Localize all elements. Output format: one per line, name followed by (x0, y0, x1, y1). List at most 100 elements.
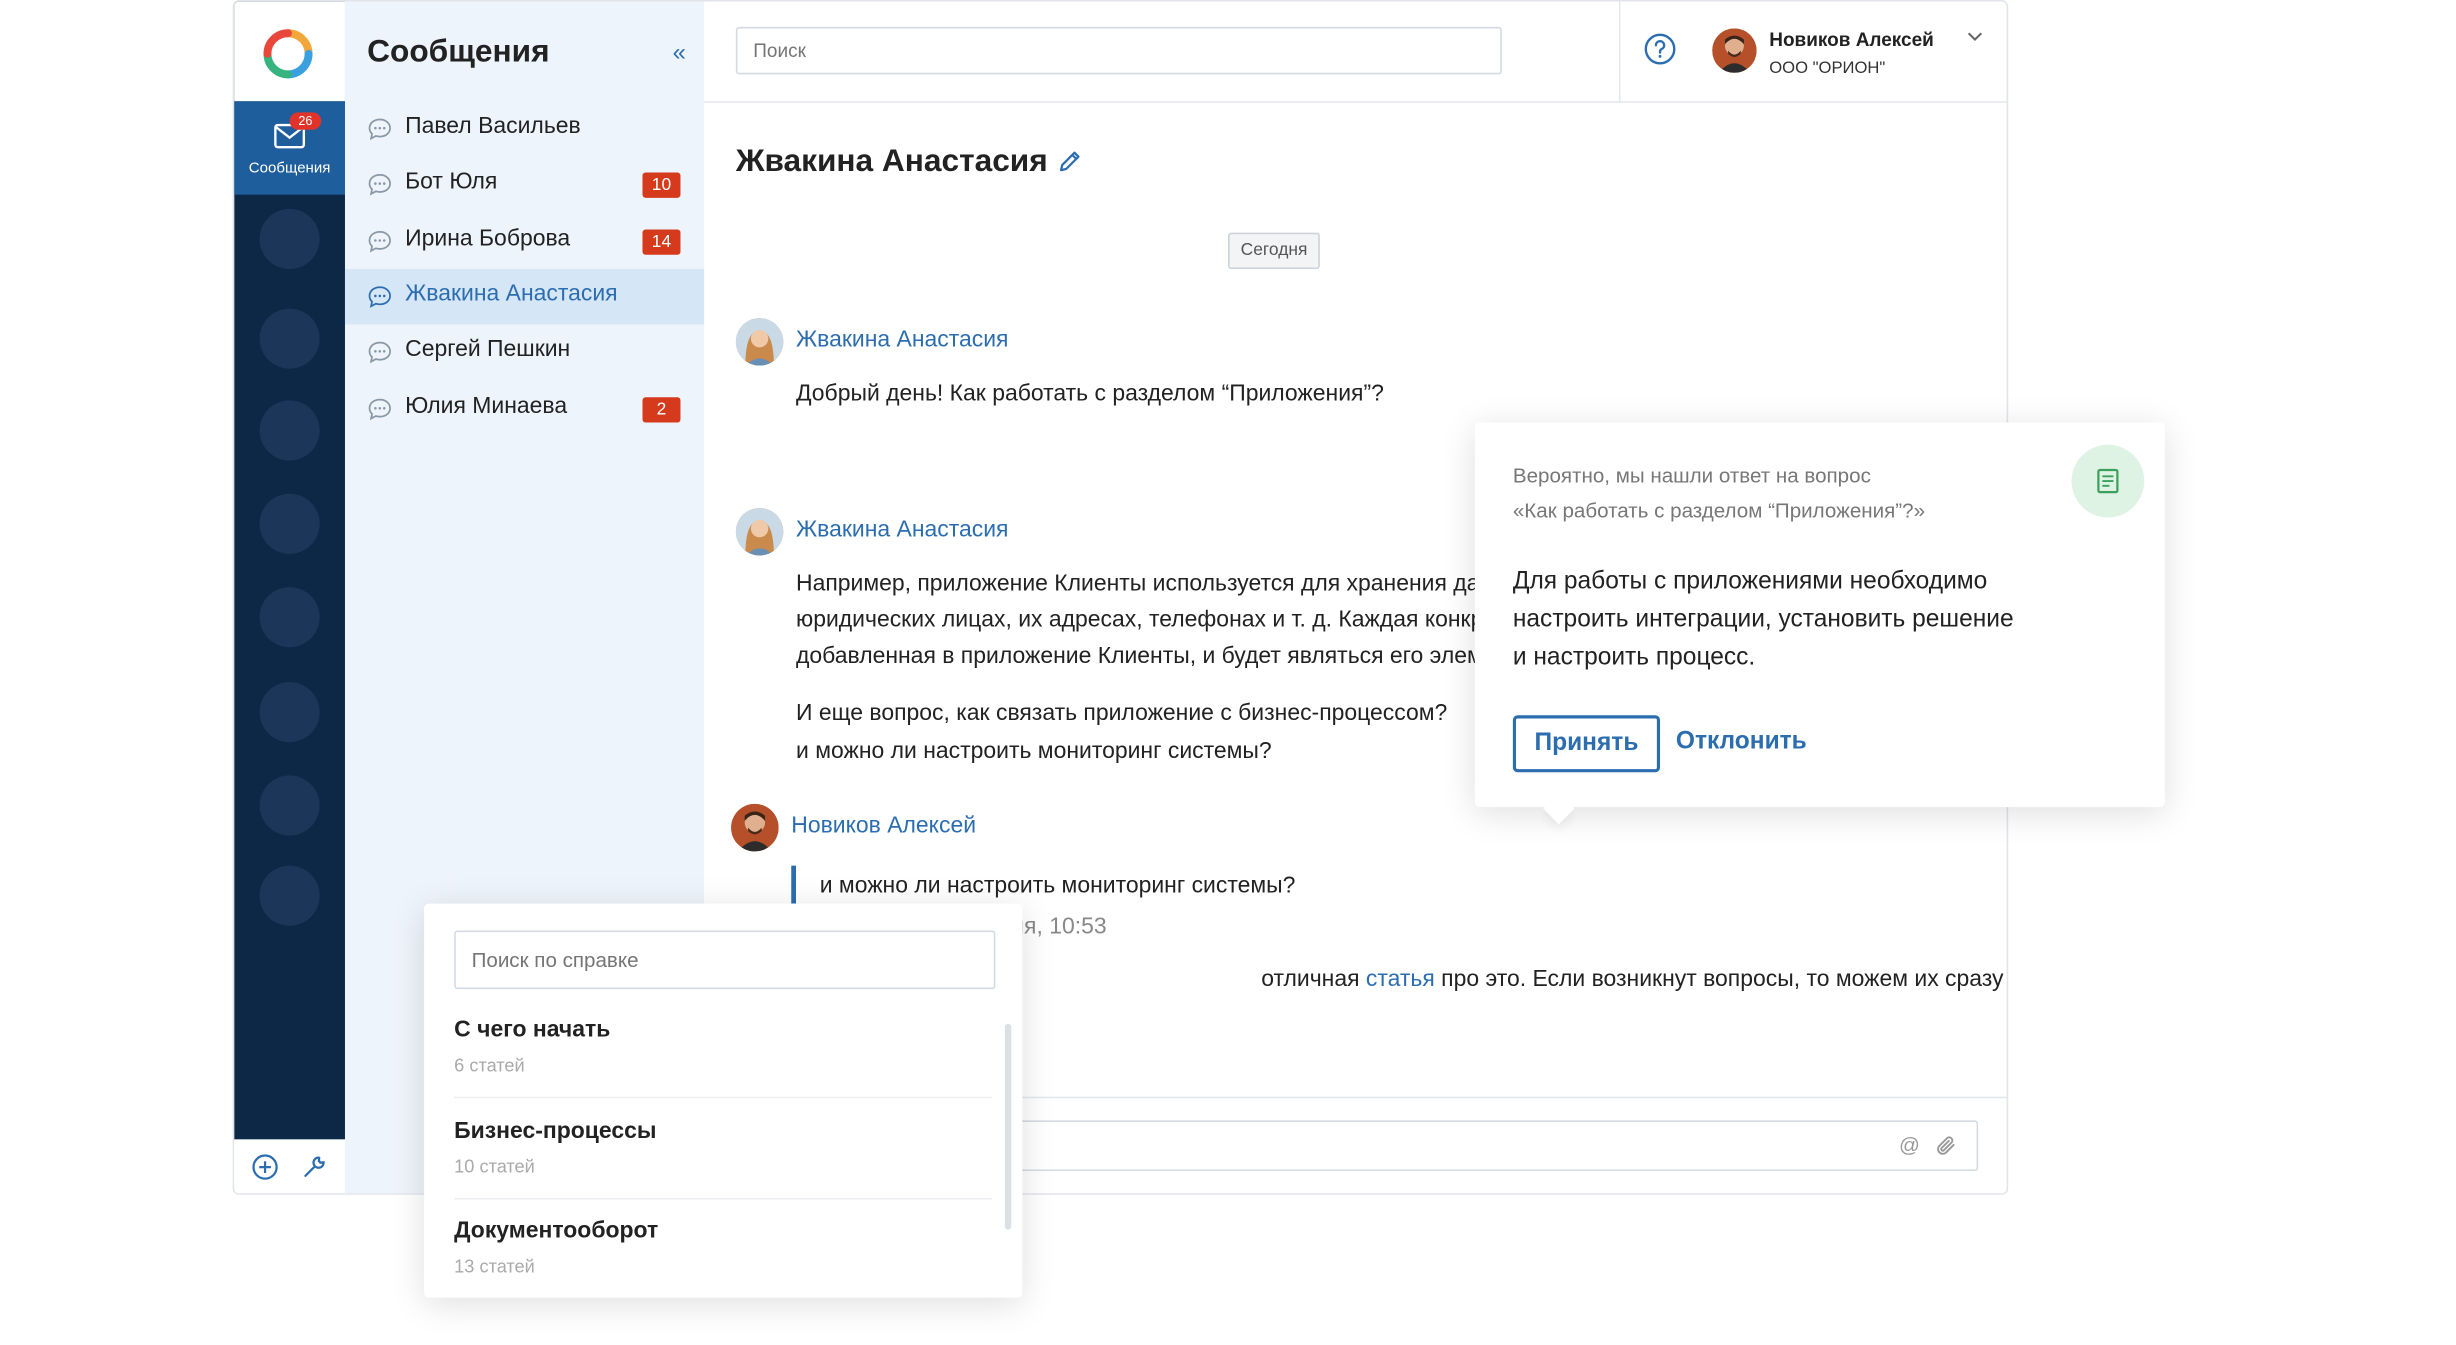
person-avatar-icon (731, 803, 779, 852)
conversation-item[interactable]: Бот Юля 10 (345, 157, 704, 212)
list-title: Сообщения (367, 34, 550, 70)
user-name: Новиков Алексей (1769, 28, 1934, 51)
chat-bubble-icon (368, 341, 391, 364)
answer-suggestion-popup: Вероятно, мы нашли ответ на вопрос «Как … (1474, 422, 2165, 825)
answer-line: Для работы с приложениями необходимо (1512, 568, 1988, 596)
rail-item[interactable] (259, 208, 320, 270)
person-avatar-icon (735, 507, 784, 556)
conversation-name: Сергей Пешкин (405, 337, 571, 363)
decline-button[interactable]: Отклонить (1676, 728, 1807, 756)
scrollbar[interactable] (1004, 1023, 1012, 1230)
divider (1618, 1, 1621, 102)
conversation-name: Жвакина Анастасия (405, 281, 618, 308)
rail-item[interactable] (259, 493, 320, 554)
help-section-title: Документооборот (454, 1218, 659, 1244)
search-input[interactable] (735, 26, 1502, 75)
suggestion-question: Вероятно, мы нашли ответ на вопрос (1512, 463, 1871, 488)
add-circle-icon[interactable] (252, 1154, 279, 1181)
wrench-icon[interactable] (302, 1154, 327, 1179)
accept-button[interactable]: Принять (1512, 715, 1661, 773)
conversation-item[interactable]: Павел Васильев (345, 101, 704, 156)
help-section[interactable]: Документооборот 13 статей (424, 1203, 994, 1298)
rail-item[interactable] (259, 587, 320, 648)
suggestion-answer: Для работы с приложениями необходимо нас… (1513, 563, 2083, 677)
app-rail: 26 Сообщения (234, 1, 345, 1140)
help-section-title: С чего начать (454, 1017, 611, 1043)
top-bar: Новиков Алексей ООО "ОРИОН" (704, 1, 2007, 103)
message-text: добавленная в приложение Клиенты, и буде… (795, 644, 1496, 670)
conversation-name: Юлия Минаева (405, 394, 568, 420)
message-text: и можно ли настроить мониторинг системы? (795, 739, 1272, 765)
rail-item[interactable] (259, 865, 320, 926)
article-link[interactable]: статья (1366, 967, 1435, 992)
chat-bubble-icon (368, 230, 391, 253)
date-chip: Сегодня (1228, 232, 1321, 270)
help-icon[interactable] (1644, 33, 1676, 65)
message-text: отличная статья про это. Если возникнут … (1261, 962, 2003, 998)
rail-item[interactable] (259, 400, 320, 461)
person-avatar-icon (735, 318, 784, 366)
rail-item[interactable] (259, 682, 320, 743)
rail-item-messages[interactable]: 26 Сообщения (234, 101, 345, 195)
message-text: Например, приложение Клиенты используетс… (795, 571, 1480, 597)
rail-bottom (234, 1139, 345, 1194)
paperclip-icon[interactable] (1935, 1135, 1957, 1157)
message-text-part: про это. Если возникнут вопросы, то може… (1434, 966, 2004, 993)
quote-bar (791, 865, 796, 904)
unread-badge: 2 (642, 397, 681, 423)
rail-messages-label: Сообщения (248, 159, 331, 178)
user-avatar[interactable] (1712, 28, 1757, 73)
conversation-item[interactable]: Сергей Пешкин (345, 324, 704, 379)
answer-line: и настроить процесс. (1512, 644, 1756, 671)
message-text-part: отличная (1261, 966, 1366, 993)
divider (454, 1096, 993, 1099)
contact-avatar (735, 507, 784, 556)
answer-line: настроить интеграции, установить решение (1512, 606, 2014, 633)
help-section[interactable]: Бизнес-процессы 10 статей (424, 1103, 994, 1198)
help-section-count: 6 статей (454, 1057, 525, 1077)
message-author[interactable]: Жвакина Анастасия (796, 328, 1009, 353)
pencil-icon[interactable] (1057, 149, 1082, 174)
conversation-item[interactable]: Ирина Боброва 14 (345, 214, 704, 269)
conversation-name: Бот Юля (405, 169, 498, 195)
chat-title: Жвакина Анастасия (735, 144, 1048, 179)
divider (454, 1197, 993, 1200)
conversation-item[interactable]: Юлия Минаева 2 (345, 381, 704, 436)
chat-bubble-icon (368, 118, 391, 141)
message-time: ия, 10:53 (1011, 914, 1107, 941)
message-text: юридических лицах, их адресах, телефонах… (795, 607, 1484, 633)
person-avatar-icon (1712, 28, 1757, 73)
help-section-count: 13 статей (454, 1258, 535, 1278)
help-section-title: Бизнес-процессы (454, 1118, 657, 1145)
article-icon (2071, 444, 2145, 518)
chat-bubble-icon (368, 286, 391, 308)
conversation-name: Ирина Боброва (405, 226, 571, 252)
message-input[interactable]: @ (989, 1120, 1979, 1172)
conversation-name: Павел Васильев (405, 113, 581, 140)
message-author[interactable]: Новиков Алексей (791, 813, 976, 838)
help-section[interactable]: С чего начать 6 статей (424, 1002, 994, 1097)
help-section-count: 10 статей (454, 1158, 535, 1178)
message-author[interactable]: Жвакина Анастасия (796, 517, 1009, 542)
rail-item[interactable] (259, 308, 320, 369)
collapse-icon[interactable]: « (673, 40, 686, 67)
rail-logo-area (234, 1, 345, 102)
contact-avatar (735, 318, 784, 366)
user-org: ООО "ОРИОН" (1769, 58, 1886, 78)
user-avatar (731, 803, 779, 852)
chat-bubble-icon (368, 173, 391, 196)
mention-icon[interactable]: @ (1899, 1133, 1920, 1157)
help-search-input[interactable] (454, 930, 996, 990)
rail-messages-badge: 26 (289, 112, 322, 130)
message-text: Добрый день! Как работать с разделом “Пр… (795, 381, 1384, 407)
quoted-text: и можно ли настроить мониторинг системы? (819, 873, 1296, 899)
chat-bubble-icon (368, 398, 391, 421)
suggestion-question: «Как работать с разделом “Приложения”?» (1512, 498, 1926, 523)
help-panel: С чего начать 6 статей Бизнес-процессы 1… (424, 903, 1023, 1298)
rail-item[interactable] (259, 775, 320, 836)
unread-badge: 10 (642, 172, 681, 198)
message-text: И еще вопрос, как связать приложение с б… (795, 701, 1448, 727)
app-logo-icon (263, 29, 313, 79)
chevron-down-icon[interactable] (1965, 30, 1984, 43)
conversation-item-active[interactable]: Жвакина Анастасия (344, 269, 705, 325)
